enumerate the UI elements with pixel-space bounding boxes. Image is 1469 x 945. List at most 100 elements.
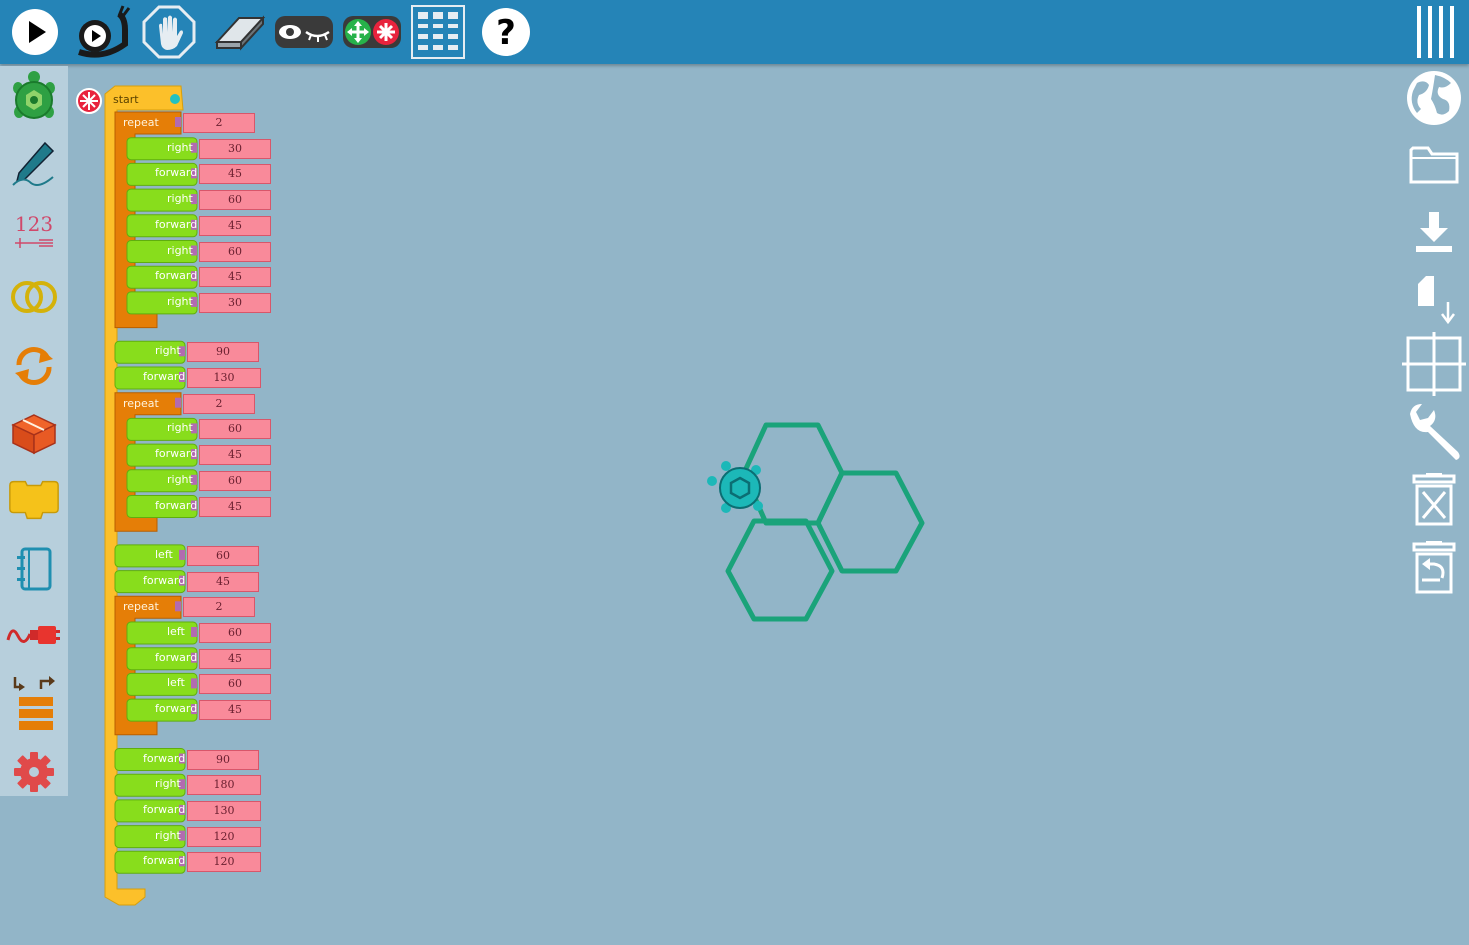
grid-icon <box>411 5 465 59</box>
block-label: right <box>167 243 193 257</box>
wrench-icon <box>1410 404 1460 460</box>
block-label: forward <box>143 802 186 816</box>
aux-menu-button[interactable] <box>1406 2 1466 62</box>
block-argument[interactable]: 2 <box>183 393 255 414</box>
turtle-leg <box>721 461 731 471</box>
block-connector <box>175 397 181 408</box>
block-argument[interactable]: 120 <box>187 852 261 873</box>
turtle-canvas[interactable] <box>700 410 940 640</box>
block-label: right <box>167 472 193 486</box>
trash-icon <box>1412 473 1456 526</box>
block-argument[interactable]: 60 <box>199 419 271 440</box>
folder-icon <box>1409 146 1459 184</box>
block-label: forward <box>143 370 186 383</box>
turtle-head <box>707 476 717 486</box>
turtle-shell <box>719 467 761 509</box>
restore-icon <box>1412 541 1456 594</box>
block-connector <box>191 678 197 689</box>
hamburger-vertical-icon <box>1417 6 1454 58</box>
block-label: right <box>167 421 193 435</box>
block-argument[interactable]: 60 <box>199 623 271 643</box>
block-label: right <box>155 344 181 358</box>
block-label: start <box>113 93 139 106</box>
block-label: right <box>167 140 193 154</box>
block-label: repeat <box>123 600 159 614</box>
save-button[interactable] <box>1402 202 1466 262</box>
block-connector <box>175 117 181 127</box>
block-argument[interactable]: 45 <box>199 648 271 669</box>
block-connector <box>191 627 197 637</box>
save-svg-button[interactable] <box>1402 268 1466 328</box>
block-label: right <box>155 828 181 842</box>
turtle-block[interactable] <box>126 672 198 696</box>
delete-button[interactable] <box>1402 470 1466 530</box>
home-grid-button[interactable] <box>408 2 468 62</box>
block-label: right <box>167 192 193 206</box>
block-argument[interactable]: 30 <box>199 138 271 159</box>
block-argument[interactable]: 90 <box>187 749 259 770</box>
svg-text:?: ? <box>496 13 516 53</box>
globe-icon <box>1407 71 1461 125</box>
planet-button[interactable] <box>1402 68 1466 128</box>
block-label: forward <box>155 498 198 512</box>
settings-button[interactable] <box>1402 402 1466 462</box>
block-label: forward <box>155 650 198 664</box>
block-label: forward <box>155 166 198 180</box>
block-argument[interactable]: 60 <box>199 674 271 695</box>
block-label: forward <box>155 217 198 231</box>
block-argument[interactable]: 30 <box>199 292 271 313</box>
help-icon: ? <box>482 8 530 56</box>
block-argument[interactable]: 2 <box>183 597 255 618</box>
block-label: forward <box>155 447 198 461</box>
block-label: forward <box>155 702 198 716</box>
block-label: forward <box>143 751 186 765</box>
pen-trail <box>725 422 925 622</box>
expand-collapse-button[interactable] <box>340 2 404 62</box>
block-label: left <box>167 676 185 690</box>
hexagon-bottom-left <box>725 518 835 622</box>
block-label: forward <box>143 854 186 868</box>
block-label: left <box>155 547 173 561</box>
block-argument[interactable]: 60 <box>187 545 259 566</box>
block-argument[interactable]: 45 <box>199 700 271 721</box>
turtle-sprite[interactable] <box>707 461 763 513</box>
cartesian-grid-button[interactable] <box>1402 332 1466 396</box>
block-argument[interactable]: 90 <box>187 342 259 363</box>
block-argument[interactable]: 120 <box>187 826 261 847</box>
block-argument[interactable]: 60 <box>199 190 271 211</box>
block-argument[interactable]: 2 <box>183 113 255 133</box>
block-program: start repeat 2 right 30 forward 45 right 60 forwa… <box>0 0 300 945</box>
block-label: left <box>167 625 185 638</box>
crosshair-grid-icon <box>1402 332 1466 396</box>
block-label: repeat <box>123 396 159 410</box>
block-connector <box>175 601 181 612</box>
expand-collapse-icon <box>343 16 401 48</box>
block-argument[interactable]: 60 <box>199 241 271 262</box>
block-argument[interactable]: 180 <box>187 775 261 796</box>
block-label: forward <box>143 573 186 587</box>
block-argument[interactable]: 130 <box>187 800 261 821</box>
block-argument[interactable]: 60 <box>199 470 271 491</box>
hexagon-right <box>815 470 925 574</box>
turtle-drawing <box>707 422 925 622</box>
block-connector <box>179 549 185 560</box>
block-argument[interactable]: 45 <box>199 164 271 185</box>
block-label: repeat <box>123 116 159 129</box>
block-argument[interactable]: 45 <box>199 445 271 466</box>
help-button[interactable]: ? <box>478 2 534 62</box>
block-argument[interactable]: 45 <box>199 267 271 288</box>
block-argument[interactable]: 45 <box>199 496 271 517</box>
open-button[interactable] <box>1402 134 1466 194</box>
turtle-block[interactable] <box>126 621 198 645</box>
block-argument[interactable]: 130 <box>187 368 261 388</box>
turtle-badge-icon <box>170 94 180 104</box>
block-label: right <box>167 294 193 308</box>
block-argument[interactable]: 45 <box>187 571 259 592</box>
right-toolbar <box>1399 66 1469 626</box>
file-download-icon <box>1418 276 1455 325</box>
restore-button[interactable] <box>1402 538 1466 598</box>
turtle-block[interactable] <box>114 544 186 568</box>
block-argument[interactable]: 45 <box>199 215 271 236</box>
block-label: forward <box>155 269 198 283</box>
block-label: right <box>155 777 181 791</box>
